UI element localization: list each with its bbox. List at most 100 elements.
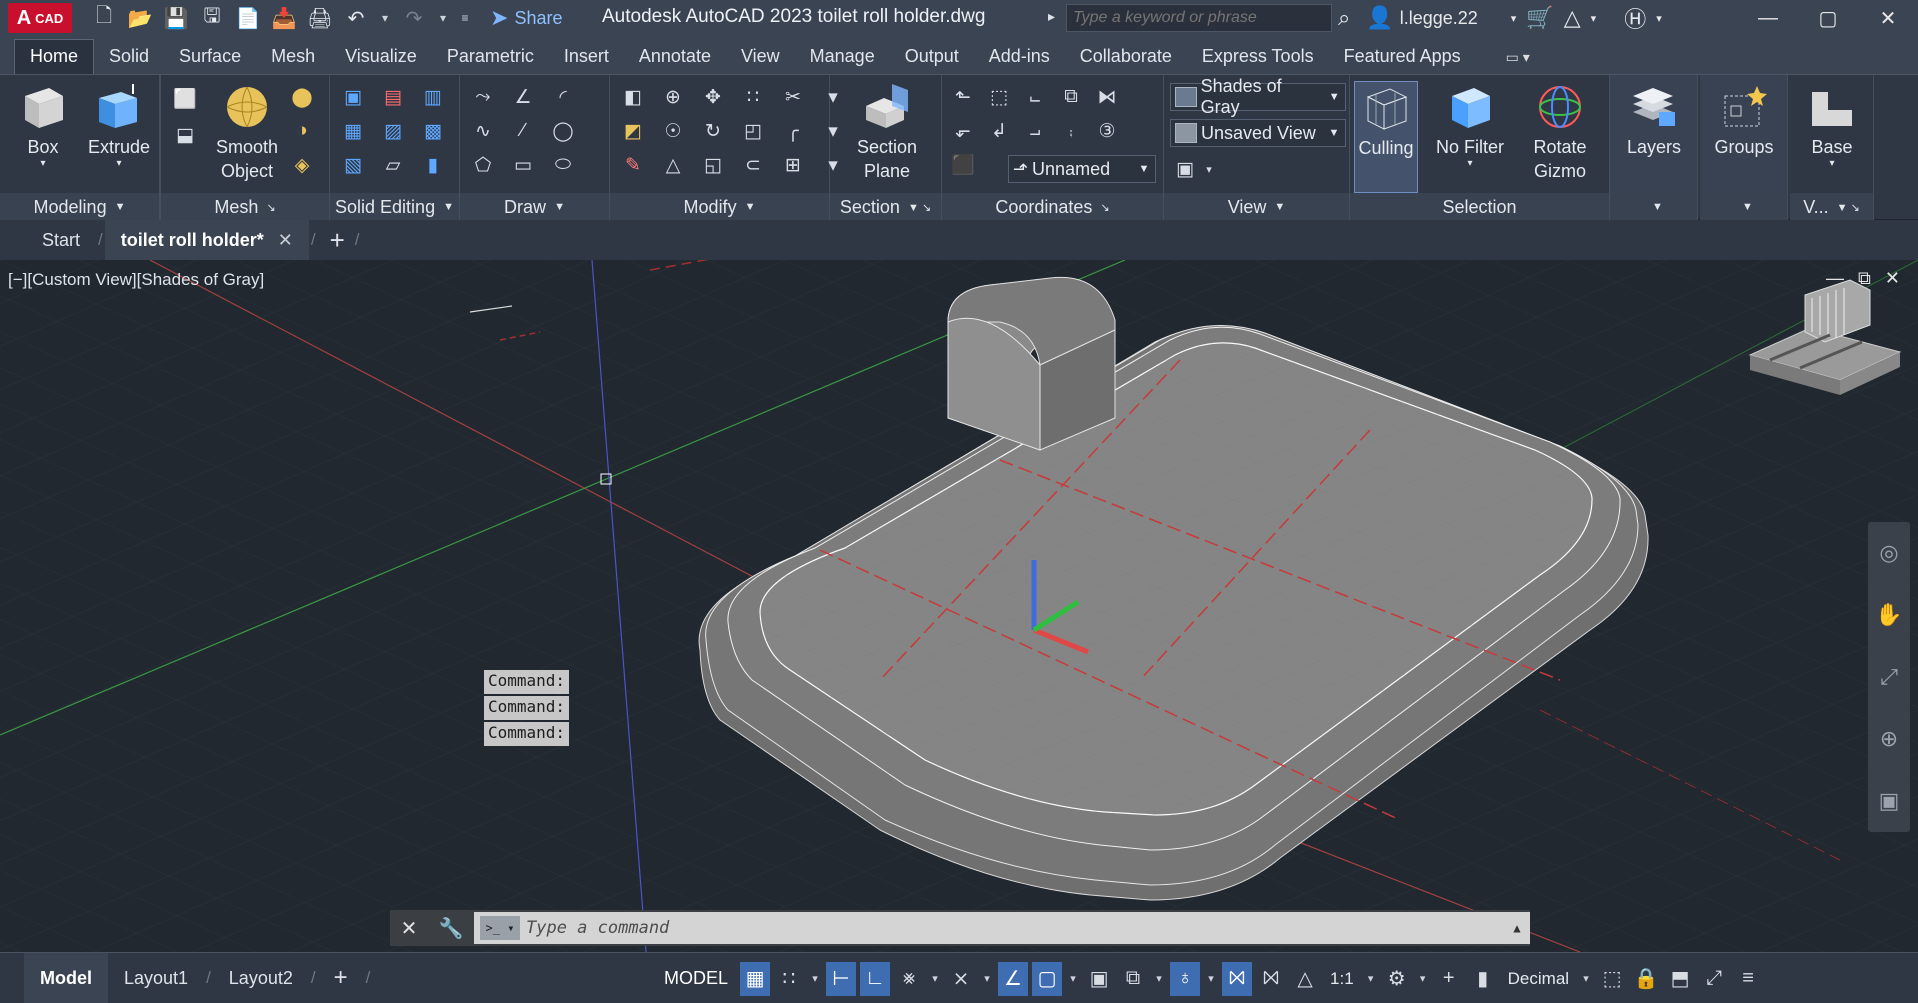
units-dropdown-icon[interactable]: ▾ [1579, 972, 1593, 985]
panel-title-coordinates[interactable]: Coordinates ↘ [942, 193, 1163, 221]
solid-history-icon[interactable]: ▥ [418, 83, 448, 111]
panel-title-view[interactable]: View ▼ [1164, 193, 1349, 221]
search-icon[interactable]: ⌕ [1338, 5, 1350, 31]
transparency-icon[interactable]: ▣ [1084, 962, 1114, 996]
offset-icon[interactable]: ⊂ [738, 151, 768, 179]
slice-icon[interactable]: ▨ [378, 117, 408, 145]
pan-hand-icon[interactable]: ✋ [1875, 602, 1902, 628]
close-tab-icon[interactable]: ✕ [278, 230, 293, 251]
open-web-icon[interactable]: 📄 [234, 5, 262, 31]
viewport-controls-label[interactable]: [−][Custom View][Shades of Gray] [8, 270, 264, 290]
orbit-icon[interactable]: ⊕ [1880, 726, 1898, 752]
app-dropdown-icon[interactable]: ▾ [1591, 12, 1597, 25]
new-tab-button[interactable]: + [330, 225, 345, 256]
panel-title-solid-editing[interactable]: Solid Editing ▼ [330, 193, 459, 221]
polar-tracking-icon[interactable]: ⨳ [894, 962, 924, 996]
zoom-extents-icon[interactable]: ⤢ [1880, 664, 1898, 690]
tab-express-tools[interactable]: Express Tools [1187, 40, 1329, 74]
auto-scale-icon[interactable]: ⨝ [1256, 962, 1286, 996]
ribbon-minimize-icon[interactable]: ▭ ▾ [1506, 49, 1530, 74]
ucs-named-icon[interactable]: ⧑ [1092, 83, 1122, 111]
tab-parametric[interactable]: Parametric [432, 40, 549, 74]
ucs-3-icon[interactable]: ③ [1092, 117, 1122, 145]
extract-edges-icon[interactable]: ▩ [418, 117, 448, 145]
smooth-more-icon[interactable]: ⬤ [287, 83, 317, 111]
ucs-x-icon[interactable]: ⨼ [1020, 117, 1050, 145]
workspace-gear-icon[interactable]: ⚙ [1382, 962, 1412, 996]
scale-icon[interactable]: ◱ [698, 151, 728, 179]
3d-array-icon[interactable]: ∷ [738, 83, 768, 111]
title-arrow-icon[interactable]: ▸ [1048, 8, 1055, 25]
ucs-view-icon[interactable]: ⧉ [1056, 83, 1086, 111]
help-dropdown-icon[interactable]: ▾ [1656, 12, 1662, 25]
user-account-button[interactable]: 👤 l.legge.22 ▾ [1366, 5, 1516, 31]
intersect-icon[interactable]: ▦ [338, 117, 368, 145]
no-filter-button[interactable]: No Filter ▾ [1430, 81, 1510, 169]
ucs-name-select[interactable]: ⬏ Unnamed ▼ [1008, 155, 1156, 183]
groups-button[interactable]: Groups [1706, 81, 1782, 159]
panel-title-modify[interactable]: Modify ▼ [610, 193, 829, 221]
tab-view[interactable]: View [726, 40, 795, 74]
application-menu-button[interactable]: A CAD [8, 3, 72, 33]
panel-title-base[interactable]: V... ▼ ↘ [1790, 193, 1873, 221]
annotation-visibility-icon[interactable]: ⨝ [1222, 961, 1253, 996]
3d-align-icon[interactable]: △ [658, 151, 688, 179]
customization-menu-icon[interactable]: ≡ [1733, 962, 1763, 996]
command-history-toggle-icon[interactable]: ▲ [1504, 921, 1530, 935]
snap-mode-icon[interactable]: ∷ [774, 962, 804, 996]
drawing-viewport[interactable]: [−][Custom View][Shades of Gray] — ⧉ ✕ ◎… [0, 260, 1918, 952]
redo-icon[interactable]: ↷ [400, 5, 428, 31]
polygon-icon[interactable]: ⬠ [468, 151, 498, 179]
selection-cycling-icon[interactable]: ⧉ [1118, 962, 1148, 996]
close-icon[interactable]: ✕ [1858, 0, 1918, 36]
command-prompt-icon[interactable]: >_ ▾ [480, 916, 520, 940]
ucs-object-icon[interactable]: ⬚ [984, 83, 1014, 111]
steering-wheel-icon[interactable]: ◎ [1879, 540, 1898, 566]
annotation-monitor-icon[interactable]: + [1434, 962, 1464, 996]
base-view-button[interactable]: Base ▾ [1796, 81, 1868, 169]
3d-move-icon[interactable]: ☉ [658, 117, 688, 145]
layout-tab-model[interactable]: Model [24, 952, 108, 1003]
stretch-icon[interactable]: ◰ [738, 117, 768, 145]
line-icon[interactable]: ⤳ [468, 83, 498, 111]
extrude-button[interactable]: Extrude ▾ [82, 81, 156, 169]
command-input[interactable]: >_ ▾ Type a command ▲ [474, 912, 1530, 944]
autodesk-app-icon[interactable]: △ [1564, 5, 1581, 31]
new-file-icon[interactable]: 🗋 [90, 5, 118, 31]
polyline-icon[interactable]: ∠ [508, 83, 538, 111]
cart-icon[interactable]: 🛒 [1526, 5, 1553, 31]
open-folder-icon[interactable]: 📂 [126, 5, 154, 31]
fullscreen-icon[interactable]: ⤢ [1699, 962, 1729, 996]
share-button[interactable]: ➤ Share [490, 5, 562, 31]
help-icon[interactable]: Ⓗ [1624, 2, 1646, 34]
model-space-toggle[interactable]: MODEL [656, 962, 736, 995]
layout-tab-layout2[interactable]: Layout2 [213, 953, 309, 1003]
ucs-face-icon[interactable]: ⬛ [948, 151, 978, 179]
rotate-icon[interactable]: ↻ [698, 117, 728, 145]
maximize-icon[interactable]: ▢ [1798, 0, 1858, 36]
box-button[interactable]: Box ▾ [12, 81, 74, 169]
align-icon[interactable]: ◩ [618, 117, 648, 145]
trim-icon[interactable]: ✂ [778, 83, 808, 111]
tab-solid[interactable]: Solid [94, 40, 164, 74]
scale-dropdown-icon[interactable]: ▾ [1364, 972, 1378, 985]
showmotion-icon[interactable]: ▣ [1879, 788, 1900, 814]
redo-dropdown-icon[interactable]: ▾ [436, 5, 450, 31]
save-web-icon[interactable]: 📥 [270, 5, 298, 31]
3d-model-canvas[interactable] [0, 260, 1918, 952]
fillet-icon[interactable]: ╭ [778, 117, 808, 145]
layout-tab-layout1[interactable]: Layout1 [108, 953, 204, 1003]
visual-style-select[interactable]: Shades of Gray ▼ [1170, 76, 1346, 117]
isodraft-dropdown-icon[interactable]: ▾ [980, 972, 994, 985]
tab-visualize[interactable]: Visualize [330, 40, 432, 74]
panel-title-section[interactable]: Section ▼ ↘ [830, 193, 941, 221]
infer-constraints-icon[interactable]: ⊢ [826, 961, 857, 996]
isometric-drafting-icon[interactable]: ⨯ [946, 962, 976, 996]
units-value[interactable]: Decimal [1502, 969, 1575, 989]
ucs-z-icon[interactable]: ⨾ [1056, 117, 1086, 145]
snap-dropdown-icon[interactable]: ▾ [808, 972, 822, 985]
spline-icon[interactable]: ∿ [468, 117, 498, 145]
drawing-tab-toilet-roll-holder[interactable]: toilet roll holder* ✕ [104, 220, 309, 260]
viewport-minimize-icon[interactable]: — [1826, 268, 1844, 289]
subtract-icon[interactable]: ▤ [378, 83, 408, 111]
